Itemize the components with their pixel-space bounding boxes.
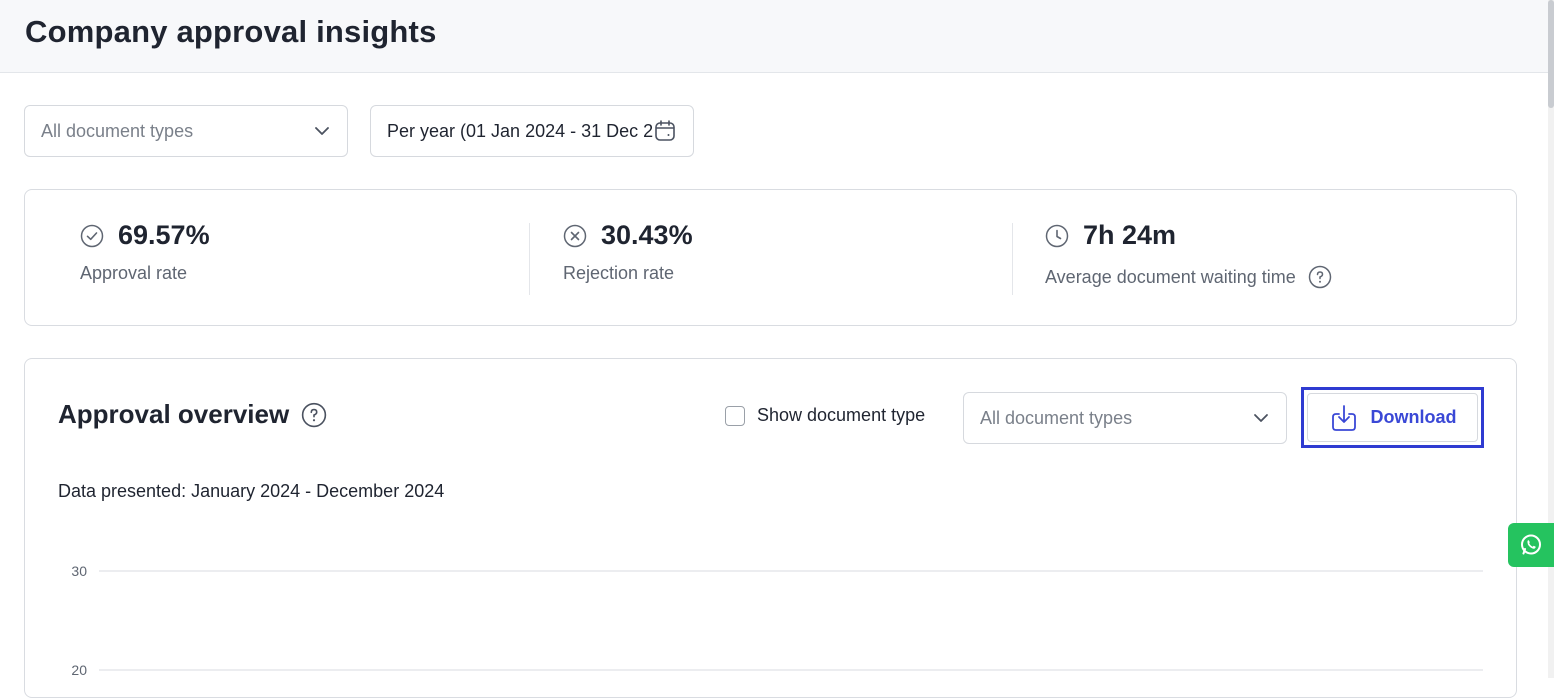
y-tick-label: 20 <box>71 662 87 678</box>
download-icon <box>1329 403 1359 433</box>
chevron-down-icon <box>1252 409 1270 427</box>
check-circle-icon <box>80 224 104 248</box>
whatsapp-icon <box>1518 532 1544 558</box>
chevron-down-icon <box>313 122 331 140</box>
download-button[interactable]: Download <box>1301 387 1484 448</box>
rejection-rate-value: 30.43% <box>601 220 693 250</box>
page-header: Company approval insights <box>0 0 1548 73</box>
page-scrollbar[interactable] <box>1548 0 1554 678</box>
show-document-type-checkbox[interactable] <box>725 405 745 426</box>
approval-overview-card: Approval overview Show document type All… <box>24 358 1517 698</box>
approval-overview-chart: 30 20 <box>71 563 1483 678</box>
approval-overview-title: Approval overview <box>58 399 290 429</box>
approval-rate-label: Approval rate <box>80 263 188 283</box>
stat-divider <box>529 223 530 295</box>
waiting-time-label: Average document waiting time <box>1045 266 1296 287</box>
document-type-select[interactable]: All document types <box>24 105 348 157</box>
help-icon[interactable] <box>1308 265 1332 289</box>
download-label: Download <box>1370 407 1457 427</box>
data-presented-text: Data presented: January 2024 - December … <box>58 481 445 501</box>
period-select[interactable]: Per year (01 Jan 2024 - 31 Dec 2024) <box>370 105 694 157</box>
show-document-type-toggle[interactable]: Show document type <box>725 405 925 426</box>
approval-rate-value: 69.57% <box>118 220 210 250</box>
page-title: Company approval insights <box>25 14 437 49</box>
period-select-value: Per year (01 Jan 2024 - 31 Dec 2024) <box>387 120 653 141</box>
stats-card: 69.57% Approval rate 30.43% Rejection ra… <box>24 189 1517 326</box>
waiting-time-label-row: Average document waiting time <box>1045 265 1332 289</box>
clock-icon <box>1045 224 1069 248</box>
whatsapp-chat-button[interactable] <box>1508 523 1554 567</box>
overview-document-type-select[interactable]: All document types <box>963 392 1287 444</box>
stat-divider <box>1012 223 1013 295</box>
approval-rate-stat: 69.57% Approval rate <box>80 220 210 284</box>
waiting-time-stat: 7h 24m Average document waiting time <box>1045 220 1332 289</box>
overview-document-type-placeholder: All document types <box>980 407 1133 428</box>
x-circle-icon <box>563 224 587 248</box>
scrollbar-thumb[interactable] <box>1548 0 1554 108</box>
chart-grid: 30 20 <box>71 563 1483 678</box>
rejection-rate-label: Rejection rate <box>563 263 675 283</box>
approval-overview-title-row: Approval overview <box>58 399 327 430</box>
document-type-select-placeholder: All document types <box>41 120 194 141</box>
calendar-icon[interactable] <box>653 119 677 143</box>
waiting-time-value: 7h 24m <box>1083 220 1177 250</box>
show-document-type-label: Show document type <box>757 405 926 425</box>
y-tick-label: 30 <box>71 563 87 579</box>
help-icon[interactable] <box>301 402 327 428</box>
rejection-rate-stat: 30.43% Rejection rate <box>563 220 693 284</box>
